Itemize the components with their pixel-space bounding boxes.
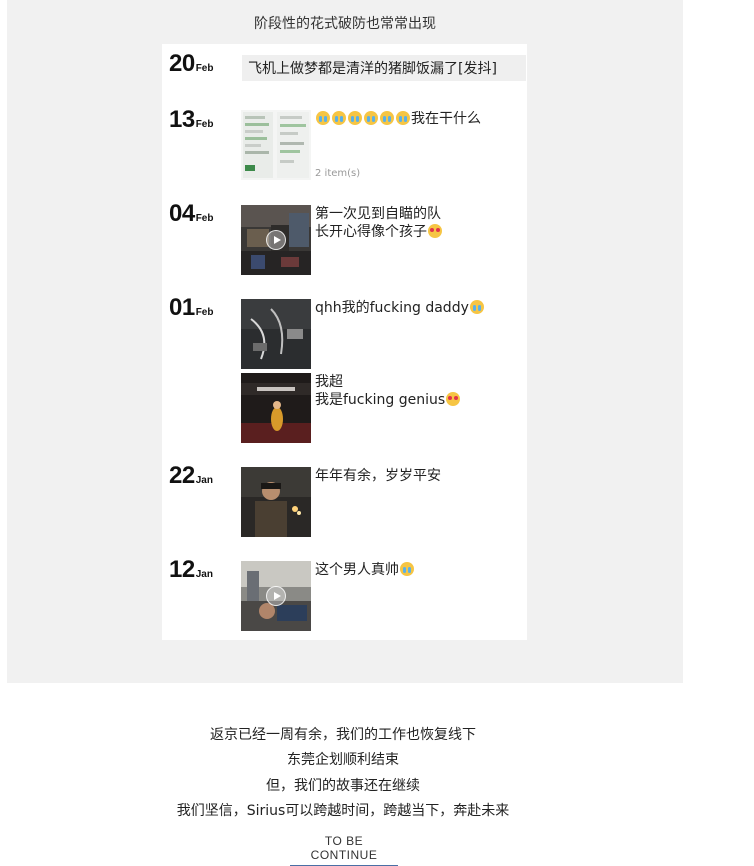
post-text-line: 我是fucking genius [315, 391, 461, 409]
post-thumbnail-chat[interactable] [241, 110, 311, 180]
date-day: 13 [169, 106, 195, 133]
footer-text-line: 但，我们的故事还在继续 [266, 778, 420, 794]
post-thumbnail-video[interactable] [241, 205, 311, 275]
date-label: 04Feb [169, 200, 213, 228]
date-label: 13Feb [169, 106, 213, 134]
cry-emoji-icon [316, 111, 330, 125]
post-text[interactable]: 我在干什么 [315, 110, 481, 128]
date-label: 01Feb [169, 294, 213, 322]
item-count: 2 item(s) [315, 168, 361, 179]
post-text-body: 这个男人真帅 [315, 562, 399, 578]
date-month: Feb [195, 307, 214, 318]
post-text[interactable]: 年年有余，岁岁平安 [315, 467, 441, 485]
post-text[interactable]: 我超 我是fucking genius [315, 373, 461, 409]
post-text[interactable]: 第一次见到自瞄的队 长开心得像个孩子 [315, 205, 443, 241]
post-text-line: 我超 [315, 374, 343, 390]
date-month: Feb [195, 213, 214, 224]
date-day: 20 [169, 50, 195, 77]
post-text-body: 我在干什么 [411, 111, 481, 127]
moments-screenshot-panel: 阶段性的花式破防也常常出现 20Feb 飞机上做梦都是清洋的猪脚饭漏了[发抖] … [7, 0, 683, 683]
date-month: Feb [195, 119, 214, 130]
cry-emoji-icon [400, 562, 414, 576]
play-icon[interactable] [266, 586, 286, 606]
cry-emoji-icon [469, 300, 484, 314]
footer-text-line: 返京已经一周有余，我们的工作也恢复线下 [210, 727, 476, 743]
section-caption: 阶段性的花式破防也常常出现 [254, 16, 436, 32]
cry-emoji-icon [332, 111, 346, 125]
cry-emoji-icon [396, 111, 410, 125]
cry-emoji-icon [364, 111, 378, 125]
date-day: 01 [169, 294, 195, 321]
date-day: 22 [169, 462, 195, 489]
post-text[interactable]: 飞机上做梦都是清洋的猪脚饭漏了[发抖] [248, 58, 497, 78]
post-text-body: qhh我的fucking daddy [315, 300, 469, 316]
date-label: 22Jan [169, 462, 213, 490]
post-thumbnail-video[interactable] [241, 561, 311, 631]
timeline-card: 20Feb 飞机上做梦都是清洋的猪脚饭漏了[发抖] 13Feb 我在干什么 2 … [162, 44, 527, 640]
post-text-line: 长开心得像个孩子 [315, 223, 443, 241]
date-month: Jan [195, 475, 213, 486]
post-thumbnail-photo[interactable] [241, 373, 311, 443]
footer-text-line: 我们坚信，Sirius可以跨越时间，跨越当下，奔赴未来 [176, 803, 510, 819]
cry-emoji-icon [348, 111, 362, 125]
heart-eyes-emoji-icon [428, 224, 442, 238]
post-text-line: 第一次见到自瞄的队 [315, 206, 441, 222]
to-be-continue-link[interactable]: TO BE CONTINUE [290, 834, 398, 866]
date-month: Jan [195, 569, 213, 580]
play-icon[interactable] [266, 230, 286, 250]
date-month: Feb [195, 63, 214, 74]
heart-eyes-emoji-icon [446, 392, 461, 406]
date-day: 04 [169, 200, 195, 227]
date-day: 12 [169, 556, 195, 583]
date-label: 20Feb [169, 50, 213, 78]
date-label: 12Jan [169, 556, 213, 584]
post-text[interactable]: qhh我的fucking daddy [315, 299, 485, 317]
post-thumbnail-photo[interactable] [241, 467, 311, 537]
post-thumbnail-photo[interactable] [241, 299, 311, 369]
post-text-body: 我是fucking genius [315, 392, 446, 408]
post-text[interactable]: 这个男人真帅 [315, 561, 415, 579]
post-text-body: 长开心得像个孩子 [315, 224, 427, 240]
footer-text-line: 东莞企划顺利结束 [287, 752, 399, 768]
cry-emoji-icon [380, 111, 394, 125]
